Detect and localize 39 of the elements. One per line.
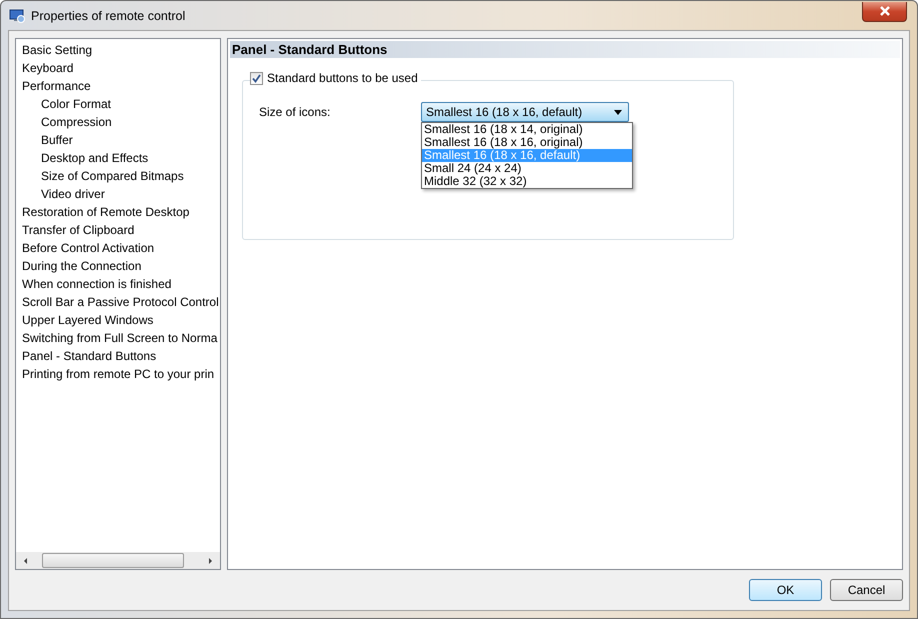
panel-title: Panel - Standard Buttons [232,42,388,57]
tree-item[interactable]: Performance [22,77,220,95]
tree-item[interactable]: Transfer of Clipboard [22,221,220,239]
tree-item[interactable]: Before Control Activation [22,239,220,257]
tree-item[interactable]: Basic Setting [22,41,220,59]
tree-item[interactable]: Restoration of Remote Desktop [22,203,220,221]
tree-item[interactable]: Upper Layered Windows [22,311,220,329]
tree-item[interactable]: Desktop and Effects [22,149,220,167]
tree-item[interactable]: Scroll Bar a Passive Protocol Control [22,293,220,311]
dropdown-option[interactable]: Smallest 16 (18 x 16, original) [422,136,632,149]
close-icon [878,6,890,16]
monitor-icon [9,8,25,24]
scrollbar-thumb[interactable] [42,553,184,568]
scroll-left-icon[interactable] [22,556,30,564]
horizontal-scrollbar[interactable] [16,552,220,569]
dropdown-option[interactable]: Smallest 16 (18 x 14, original) [422,123,632,136]
close-button[interactable] [862,2,907,22]
tree-item[interactable]: Video driver [22,185,220,203]
tree-item[interactable]: Color Format [22,95,220,113]
tree-item[interactable]: Compression [22,113,220,131]
icon-size-dropdown[interactable]: Smallest 16 (18 x 16, default) [421,102,629,122]
checkbox-label: Standard buttons to be used [267,71,418,85]
tree-item[interactable]: When connection is finished [22,275,220,293]
tree-item[interactable]: Switching from Full Screen to Norma [22,329,220,347]
ok-button[interactable]: OK [749,579,822,601]
tree-item[interactable]: During the Connection [22,257,220,275]
dropdown-option[interactable]: Small 24 (24 x 24) [422,162,632,175]
cancel-button[interactable]: Cancel [830,579,903,601]
dropdown-option[interactable]: Middle 32 (32 x 32) [422,175,632,188]
tree-item[interactable]: Keyboard [22,59,220,77]
window-title: Properties of remote control [31,8,186,22]
tree-item[interactable]: Buffer [22,131,220,149]
tree-item[interactable]: Panel - Standard Buttons [22,347,220,365]
caret-icon [614,110,622,114]
tree-item[interactable]: Printing from remote PC to your prin [22,365,220,383]
field-label: Size of icons: [259,104,332,121]
scroll-right-icon[interactable] [206,556,214,564]
tree-item[interactable]: Size of Compared Bitmaps [22,167,220,185]
checkbox[interactable] [250,72,263,84]
